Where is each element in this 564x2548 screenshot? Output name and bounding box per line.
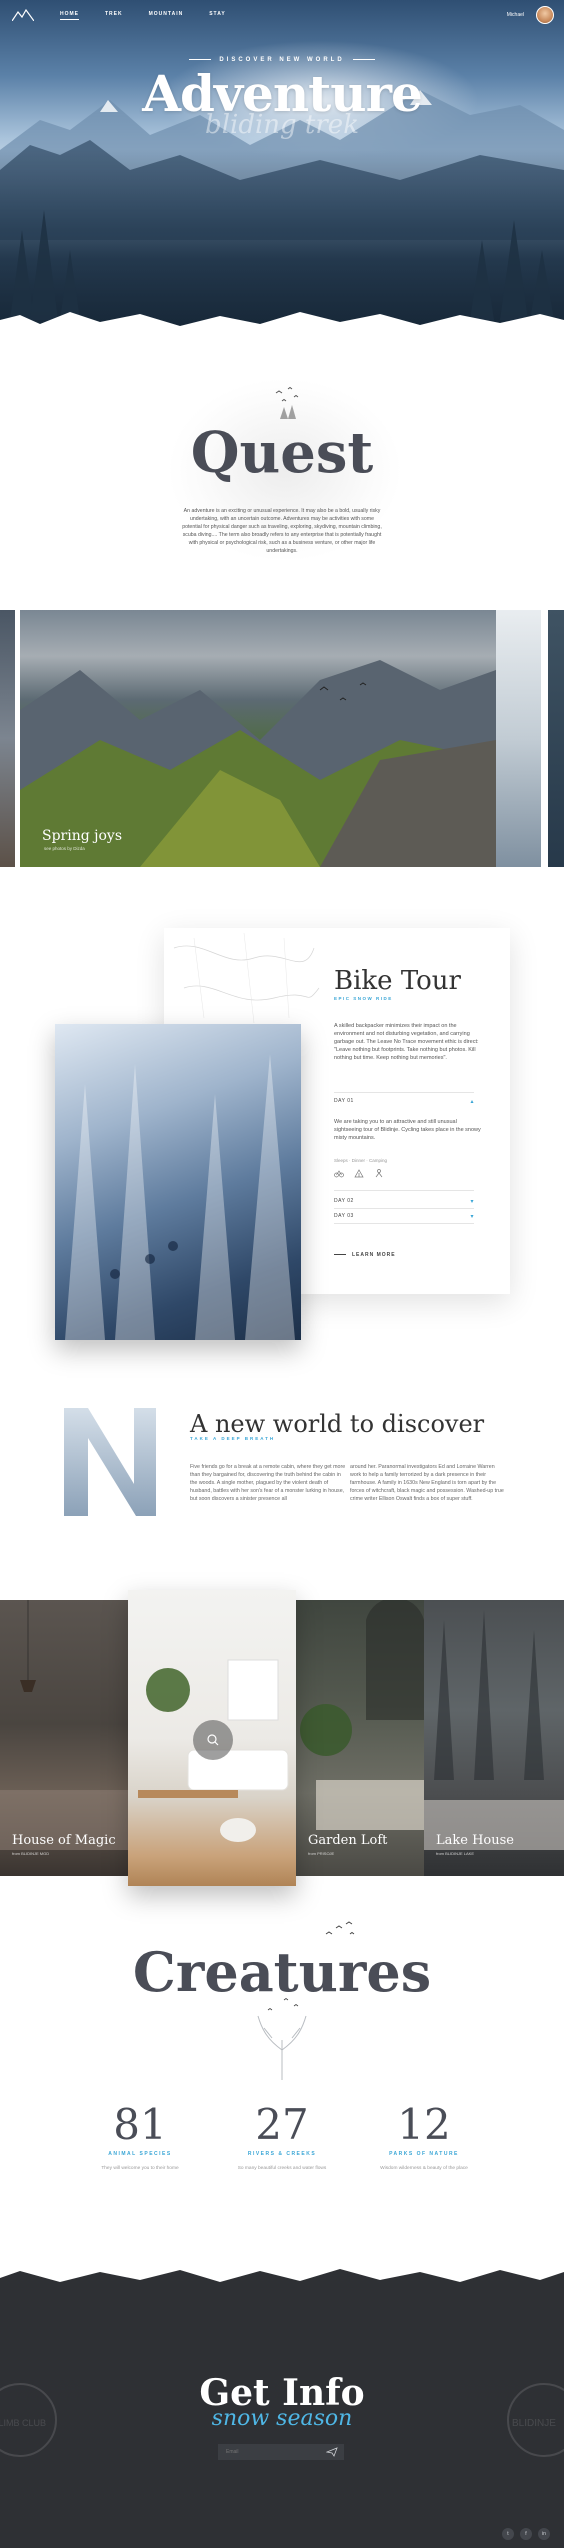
room-card[interactable]: Lake House from BLIDINJE LAKE: [424, 1600, 564, 1876]
hero-script: bliding trek: [205, 110, 359, 140]
quest-title: Quest: [190, 420, 374, 486]
day-label: DAY 03: [334, 1213, 354, 1219]
new-world-column-1: Five friends go for a break at a remote …: [190, 1464, 346, 1502]
learn-more-link[interactable]: LEARN MORE: [334, 1252, 396, 1258]
stat-label: PARKS OF NATURE: [389, 2151, 459, 2157]
stat-parks-nature: 12 PARKS OF NATURE Wisdom wilderness & b…: [364, 2100, 484, 2172]
room-title: Garden Loft: [308, 1833, 388, 1848]
divider: [334, 1190, 474, 1191]
bike-tour-tag: EPIC SNOW RIDE: [334, 996, 393, 1001]
nav-link-mountain[interactable]: MOUNTAIN: [149, 11, 184, 20]
carousel-slide-prev[interactable]: [0, 610, 15, 867]
nav-link-home[interactable]: HOME: [60, 11, 79, 20]
nav-links: HOME TREK MOUNTAIN STAY: [60, 11, 226, 20]
room-search-button[interactable]: [193, 1720, 233, 1760]
rooms-gallery: House of Magic from BLIDINJE MGD Garden …: [0, 1590, 564, 1886]
avatar[interactable]: [536, 6, 554, 24]
bike-icon: [334, 1170, 344, 1178]
quest-text: An adventure is an exciting or unusual e…: [182, 508, 382, 554]
chevron-down-icon: ▾: [470, 1199, 474, 1205]
top-nav: HOME TREK MOUNTAIN STAY Michael: [0, 0, 564, 30]
creatures-title: Creatures: [132, 1940, 432, 2004]
new-world-column-2: around her. Paranormal investigators Ed …: [350, 1464, 504, 1502]
footer-torn-edge: [0, 2260, 564, 2282]
hero-kicker: DISCOVER NEW WORLD: [0, 57, 564, 63]
day-01-text: We are taking you to an attractive and s…: [334, 1119, 481, 1141]
drop-letter-n: N: [64, 1408, 156, 1516]
birds-icon: [275, 386, 299, 419]
carousel-slide-active[interactable]: Spring joys see photos by Dizda: [20, 610, 496, 867]
chevron-down-icon: ▾: [470, 1214, 474, 1220]
day-01-toggle[interactable]: DAY 01 ▴: [334, 1098, 474, 1108]
day-label: DAY 02: [334, 1198, 354, 1204]
chevron-up-icon: ▴: [470, 1099, 474, 1105]
person-icon: [375, 1169, 383, 1178]
nav-link-trek[interactable]: TREK: [105, 11, 123, 20]
bike-tour-photo[interactable]: [55, 1024, 301, 1340]
hero-torn-edge: [0, 312, 564, 345]
stat-value: 12: [397, 2100, 451, 2149]
stat-description: So many beautiful creeks and water flows: [237, 2166, 327, 2171]
day-02-toggle[interactable]: DAY 02 ▾: [334, 1198, 474, 1208]
room-card[interactable]: Garden Loft from PRISOJE: [296, 1600, 424, 1876]
divider: [334, 1208, 474, 1209]
twitter-icon[interactable]: t: [502, 2528, 514, 2540]
photo-carousel: Spring joys see photos by Dizda: [0, 610, 564, 867]
stat-label: ANIMAL SPECIES: [108, 2151, 172, 2157]
tent-icon: [354, 1169, 364, 1178]
send-icon[interactable]: [326, 2447, 338, 2457]
room-title: Lake House: [436, 1833, 514, 1848]
nav-link-stay[interactable]: STAY: [209, 11, 226, 20]
day-01-meta: Sleeps · Dinner · Camping: [334, 1158, 388, 1163]
search-icon: [207, 1734, 219, 1746]
stat-value: 81: [113, 2100, 167, 2149]
day-label: DAY 01: [334, 1098, 354, 1104]
stat-description: They will welcome you to their home: [101, 2166, 179, 2171]
room-title: House of Magic: [12, 1833, 116, 1848]
facebook-icon[interactable]: f: [520, 2528, 532, 2540]
slide-subtitle: see photos by Dizda: [44, 846, 85, 851]
map-illustration: [173, 932, 320, 1024]
stat-value: 27: [255, 2100, 309, 2149]
stat-animal-species: 81 ANIMAL SPECIES They will welcome you …: [80, 2100, 200, 2172]
carousel-slide-far[interactable]: [548, 610, 564, 867]
divider: [334, 1092, 474, 1093]
stat-label: RIVERS & CREEKS: [247, 2151, 317, 2157]
room-subtitle: from PRISOJE: [308, 1851, 335, 1856]
room-subtitle: from BLIDINJE LAKE: [436, 1851, 475, 1856]
slide-title: Spring joys: [42, 828, 123, 844]
bike-tour-title: Bike Tour: [334, 966, 461, 996]
day-01-icons: [334, 1168, 384, 1178]
linkedin-icon[interactable]: in: [538, 2528, 550, 2540]
bike-tour-description: A skilled backpacker minimizes their imp…: [334, 1023, 479, 1061]
carousel-slide-next[interactable]: [496, 610, 541, 867]
footer-section: CLIMB CLUB BLIDINJE Get Info snow season…: [0, 2260, 564, 2548]
logo-mountains-icon[interactable]: [12, 9, 34, 21]
room-card[interactable]: House of Magic from BLIDINJE MGD: [0, 1600, 128, 1876]
room-subtitle: from BLIDINJE MGD: [12, 1851, 50, 1856]
footer-script: snow season: [211, 2406, 353, 2431]
divider: [334, 1223, 474, 1224]
stat-description: Wisdom wilderness & beauty of the place: [380, 2166, 468, 2171]
hero-section: HOME TREK MOUNTAIN STAY Michael DISCOVER…: [0, 0, 564, 345]
user-name[interactable]: Michael: [507, 12, 524, 18]
stat-rivers-creeks: 27 RIVERS & CREEKS So many beautiful cre…: [222, 2100, 342, 2172]
day-03-toggle[interactable]: DAY 03 ▾: [334, 1213, 474, 1223]
new-world-tag: TAKE A DEEP BREATH: [190, 1436, 276, 1441]
new-world-title: A new world to discover: [190, 1410, 485, 1438]
snow-forest-art: [65, 1054, 295, 1340]
